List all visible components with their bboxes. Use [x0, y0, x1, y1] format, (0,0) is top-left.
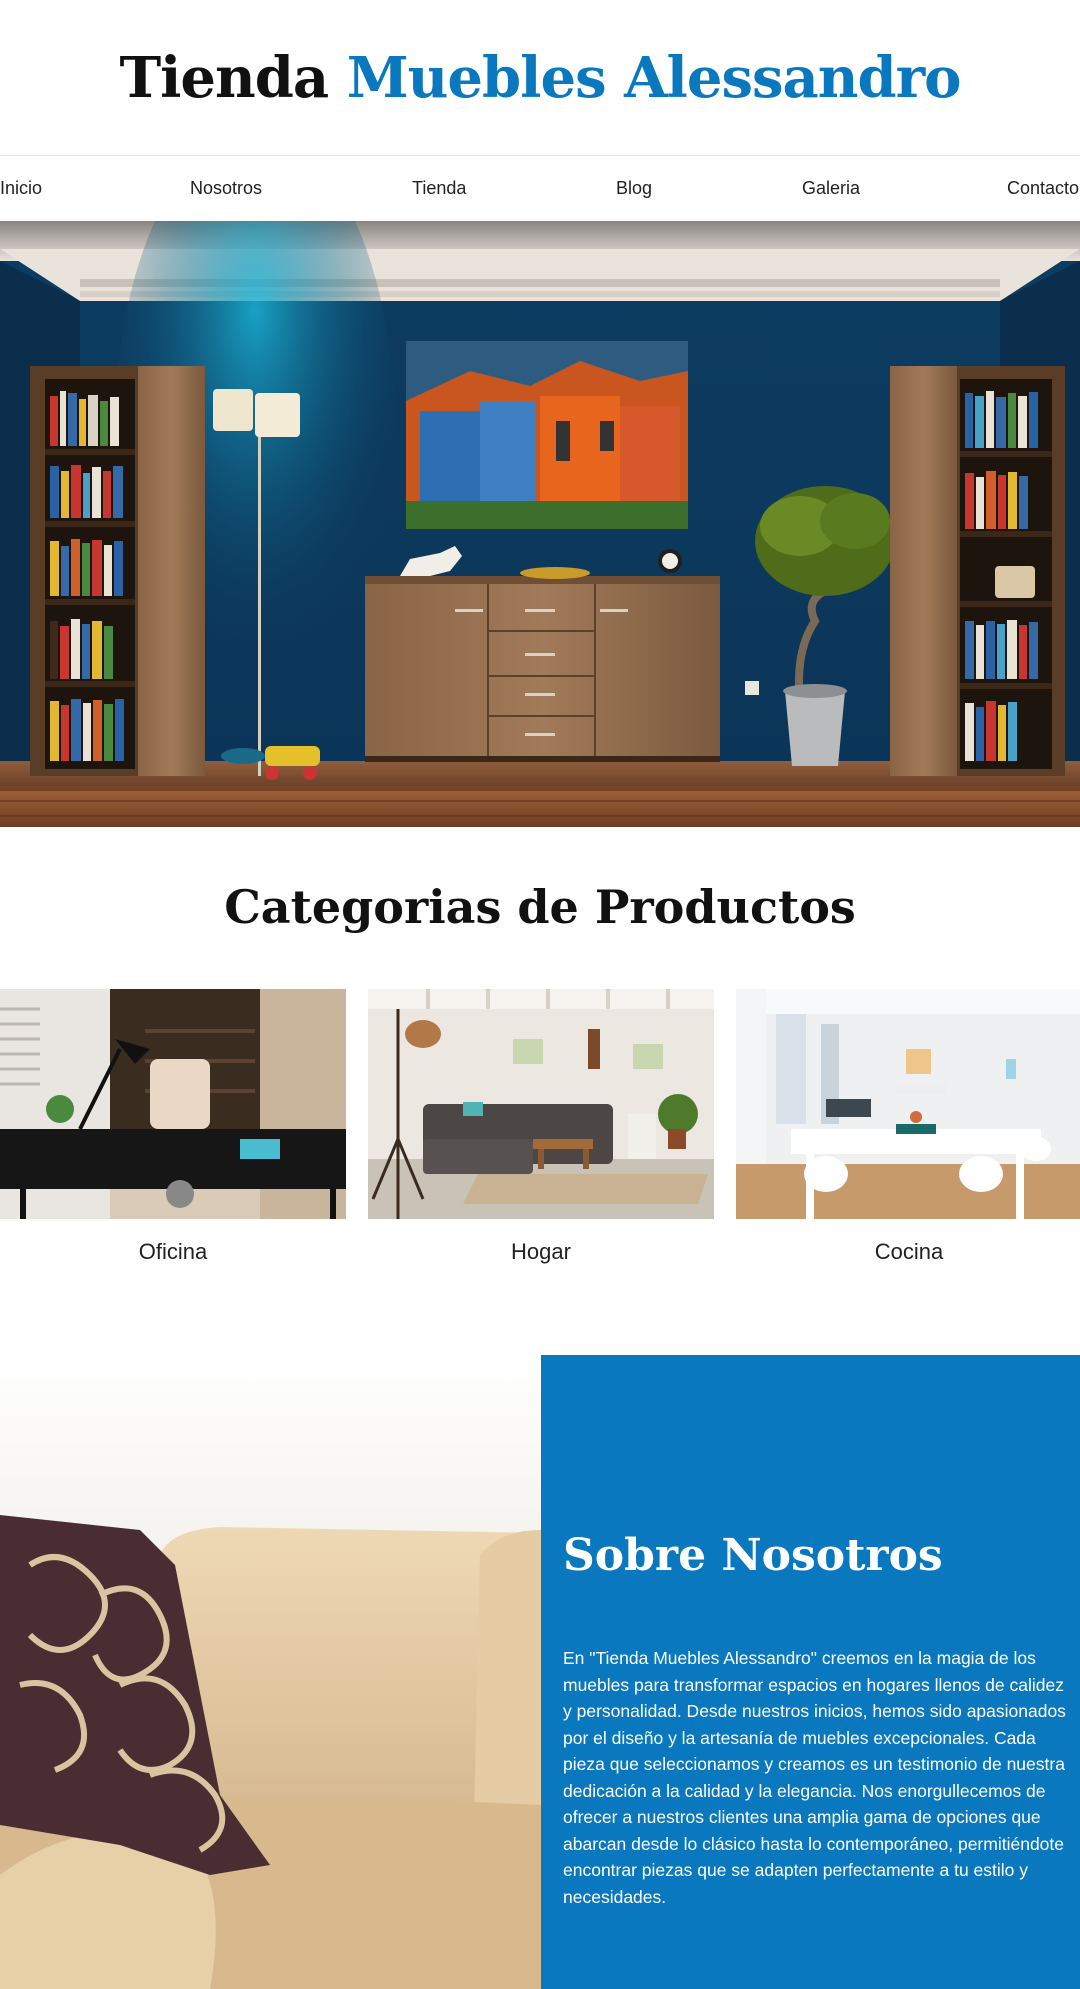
cocina-illustration [736, 989, 1080, 1219]
logo-text-brand[interactable]: Muebles Alessandro [347, 45, 962, 111]
category-label[interactable]: Hogar [368, 1239, 714, 1265]
logo-text-tienda[interactable]: Tienda [119, 45, 329, 111]
sofa-illustration [0, 1355, 541, 1989]
site-logo[interactable]: Tienda Muebles Alessandro [119, 45, 962, 111]
category-card-cocina[interactable]: Cocina [736, 989, 1080, 1265]
main-nav: Inicio Nosotros Tienda Blog Galeria Cont… [0, 155, 1080, 221]
hero-image [0, 221, 1080, 827]
oficina-image[interactable] [0, 989, 346, 1219]
about-panel: Sobre Nosotros En "Tienda Muebles Alessa… [541, 1355, 1080, 1989]
nav-link-nosotros[interactable]: Nosotros [190, 178, 262, 199]
about-description: En "Tienda Muebles Alessandro" creemos e… [563, 1648, 1066, 1907]
category-card-hogar[interactable]: Hogar [368, 989, 714, 1265]
nav-link-tienda[interactable]: Tienda [412, 178, 466, 199]
about-image [0, 1355, 541, 1989]
nav-link-inicio[interactable]: Inicio [0, 178, 42, 199]
oficina-illustration [0, 989, 346, 1219]
about-section: Sobre Nosotros En "Tienda Muebles Alessa… [0, 1355, 1080, 1989]
hero-illustration [0, 221, 1080, 827]
category-card-oficina[interactable]: Oficina [0, 989, 346, 1265]
nav-link-blog[interactable]: Blog [616, 178, 652, 199]
categories-title: Categorias de Productos [224, 880, 856, 934]
category-label[interactable]: Cocina [736, 1239, 1080, 1265]
cocina-image[interactable] [736, 989, 1080, 1219]
category-label[interactable]: Oficina [0, 1239, 346, 1265]
about-title: Sobre Nosotros [563, 1530, 943, 1581]
hogar-illustration [368, 989, 714, 1219]
category-cards: Oficina Hogar Cocina [0, 989, 1080, 1269]
site-header: Tienda Muebles Alessandro [0, 0, 1080, 155]
nav-link-contacto[interactable]: Contacto [1007, 178, 1079, 199]
nav-link-galeria[interactable]: Galeria [802, 178, 860, 199]
hogar-image[interactable] [368, 989, 714, 1219]
